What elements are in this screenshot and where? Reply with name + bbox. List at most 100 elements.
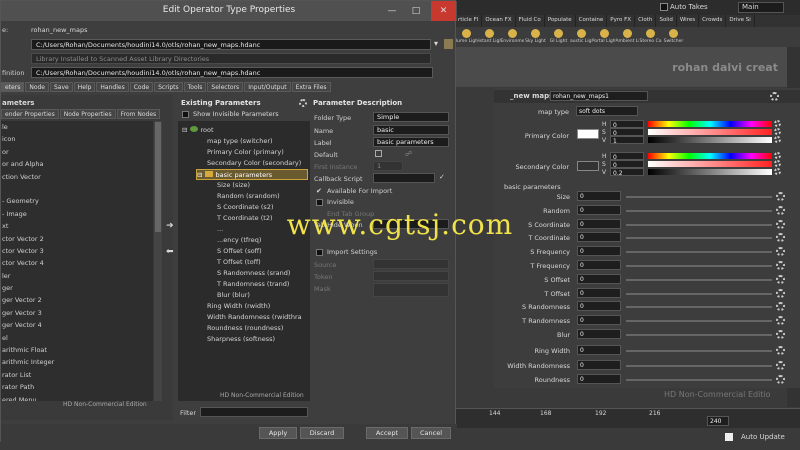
parameter-value-field[interactable]: 0 <box>577 301 621 312</box>
shelf-tool[interactable]: Stereo Ca <box>639 27 662 47</box>
hsv-value-field[interactable]: 0 <box>610 128 644 137</box>
gear-icon[interactable] <box>776 274 785 284</box>
parameter-value-field[interactable]: 0 <box>577 260 621 270</box>
secondary-color-swatch[interactable] <box>577 161 599 171</box>
parameter-type-item[interactable]: or <box>1 146 153 158</box>
parameter-value-field[interactable]: 0 <box>577 246 621 257</box>
parameter-slider[interactable] <box>626 320 772 323</box>
parameter-type-item[interactable]: ctor Vector 3 <box>1 245 153 257</box>
arrow-left-icon[interactable]: ⬅ <box>166 247 174 257</box>
parameter-type-item[interactable]: ger Vector 3 <box>1 307 153 319</box>
parameter-type-item[interactable]: le <box>1 121 153 133</box>
shelf-tab[interactable]: Solid <box>656 15 677 27</box>
subtab[interactable]: From Nodes <box>116 109 161 119</box>
parameter-type-item[interactable]: ger <box>1 282 153 294</box>
shelf-tab[interactable]: Ocean FX <box>482 15 516 27</box>
tab-inputoutput[interactable]: Input/Output <box>244 82 291 92</box>
tab-selectors[interactable]: Selectors <box>207 82 244 92</box>
discard-button[interactable]: Discard <box>300 427 344 439</box>
subtab[interactable]: ender Properties <box>1 109 59 119</box>
parameter-value-field[interactable]: 0 <box>577 315 621 326</box>
first-instance-field[interactable]: 1 <box>373 161 403 171</box>
parameter-type-item[interactable]: rator List <box>1 369 153 381</box>
hue-slider[interactable] <box>648 153 772 159</box>
import-settings-checkbox[interactable] <box>316 249 323 256</box>
primary-color-swatch[interactable] <box>577 129 599 139</box>
parameter-type-item[interactable] <box>1 183 153 195</box>
shelf-tab[interactable]: Wires <box>677 15 700 27</box>
gear-icon[interactable] <box>776 288 785 298</box>
parameter-value-field[interactable]: 0 <box>577 359 621 370</box>
label-field[interactable]: basic parameters <box>373 137 449 147</box>
minimize-icon[interactable]: — <box>381 1 403 21</box>
gear-icon[interactable] <box>774 160 781 167</box>
folder-type-menu[interactable]: Simple <box>373 112 449 122</box>
maximize-icon[interactable]: □ <box>405 1 427 21</box>
parameter-type-list[interactable]: le icon or or and Alpha ction Vector - Geomet… <box>1 121 153 401</box>
filter-input[interactable] <box>200 407 308 417</box>
map-type-menu[interactable]: soft dots <box>576 106 638 116</box>
gear-icon[interactable] <box>776 360 785 370</box>
tree-node[interactable]: T Randomness (trand) <box>206 279 289 290</box>
parameter-type-item[interactable]: ger Vector 2 <box>1 294 153 306</box>
tree-node[interactable]: Secondary Color (secondary) <box>196 158 301 169</box>
tree-node[interactable]: Primary Color (primary) <box>196 147 284 158</box>
dropdown-arrow-icon[interactable]: ▾ <box>434 39 438 48</box>
script-language-icon[interactable]: ✓ <box>439 173 445 181</box>
gear-icon[interactable] <box>776 346 785 355</box>
shelf-tool[interactable]: Environme <box>501 27 524 47</box>
callback-script-field[interactable] <box>373 173 435 183</box>
parameter-slider[interactable] <box>626 334 772 336</box>
saturation-slider[interactable] <box>648 129 772 135</box>
available-import-check-icon[interactable]: ✔ <box>316 187 322 195</box>
hsv-value-field[interactable]: 0.2 <box>610 168 644 177</box>
saturation-slider[interactable] <box>648 161 772 167</box>
apply-button[interactable]: Apply <box>259 427 297 439</box>
file-chooser-icon[interactable] <box>444 39 453 49</box>
shelf-tool[interactable]: Portal Light <box>593 27 616 47</box>
tab-extrafiles[interactable]: Extra Files <box>291 82 331 92</box>
asset-library-field[interactable]: Library Installed to Scanned Asset Libra… <box>31 53 431 64</box>
tree-node[interactable]: Size (size) <box>206 180 250 191</box>
parameter-type-item[interactable]: ered Menu <box>1 394 153 401</box>
shelf-tool[interactable]: GI Light <box>547 27 570 47</box>
hsv-value-field[interactable]: 0 <box>610 160 644 169</box>
close-icon[interactable]: ✕ <box>431 1 456 21</box>
tree-node[interactable]: Ring Width (rwidth) <box>196 301 270 312</box>
save-to-library-field[interactable]: C:/Users/Rohan/Documents/houdini14.0/otl… <box>31 39 431 50</box>
accept-button[interactable]: Accept <box>366 427 408 439</box>
gear-icon[interactable] <box>774 128 781 135</box>
gear-icon[interactable] <box>776 316 785 326</box>
gear-icon[interactable] <box>776 247 785 257</box>
auto-update-label[interactable]: Auto Update <box>741 433 785 441</box>
shelf-tab[interactable]: rticle Fl <box>455 15 483 27</box>
hue-slider[interactable] <box>648 121 772 127</box>
tree-node[interactable]: Random (srandom) <box>206 191 280 202</box>
shelf-tab[interactable]: Populate <box>545 15 576 27</box>
name-field[interactable]: basic <box>373 125 449 135</box>
desktop-menu[interactable]: Main <box>738 2 784 13</box>
value-slider[interactable] <box>648 169 772 175</box>
parameter-slider[interactable] <box>626 278 772 281</box>
tab-handles[interactable]: Handles <box>96 82 129 92</box>
gear-icon[interactable] <box>774 168 781 175</box>
tree-node[interactable]: Width Randomness (rwidthra <box>196 312 302 323</box>
shelf-tab[interactable]: Containe <box>576 15 608 27</box>
auto-takes-checkbox[interactable] <box>660 3 668 11</box>
parameter-slider[interactable] <box>626 292 772 295</box>
parameter-slider[interactable] <box>626 306 772 309</box>
definition-field[interactable]: C:/Users/Rohan/Documents/houdini14.0/otl… <box>31 67 433 78</box>
tree-node[interactable]: Sharpness (softness) <box>196 334 275 345</box>
cancel-button[interactable]: Cancel <box>411 427 451 439</box>
parameter-value-field[interactable]: 0 <box>577 345 621 355</box>
tab-node[interactable]: Node <box>25 82 49 92</box>
parameter-slider[interactable] <box>626 364 772 367</box>
node-name-field[interactable]: rohan_new_maps1 <box>550 91 648 101</box>
tree-node[interactable]: ⊟ basic parameters <box>196 169 308 180</box>
tree-node[interactable]: map type (switcher) <box>196 136 273 147</box>
gear-icon[interactable] <box>770 92 779 101</box>
mask-field[interactable] <box>373 283 449 297</box>
gear-icon[interactable] <box>774 136 781 143</box>
parameter-type-item[interactable]: - Geometry <box>1 195 153 207</box>
timeline[interactable]: 144 168 192 216 240 <box>455 408 800 428</box>
